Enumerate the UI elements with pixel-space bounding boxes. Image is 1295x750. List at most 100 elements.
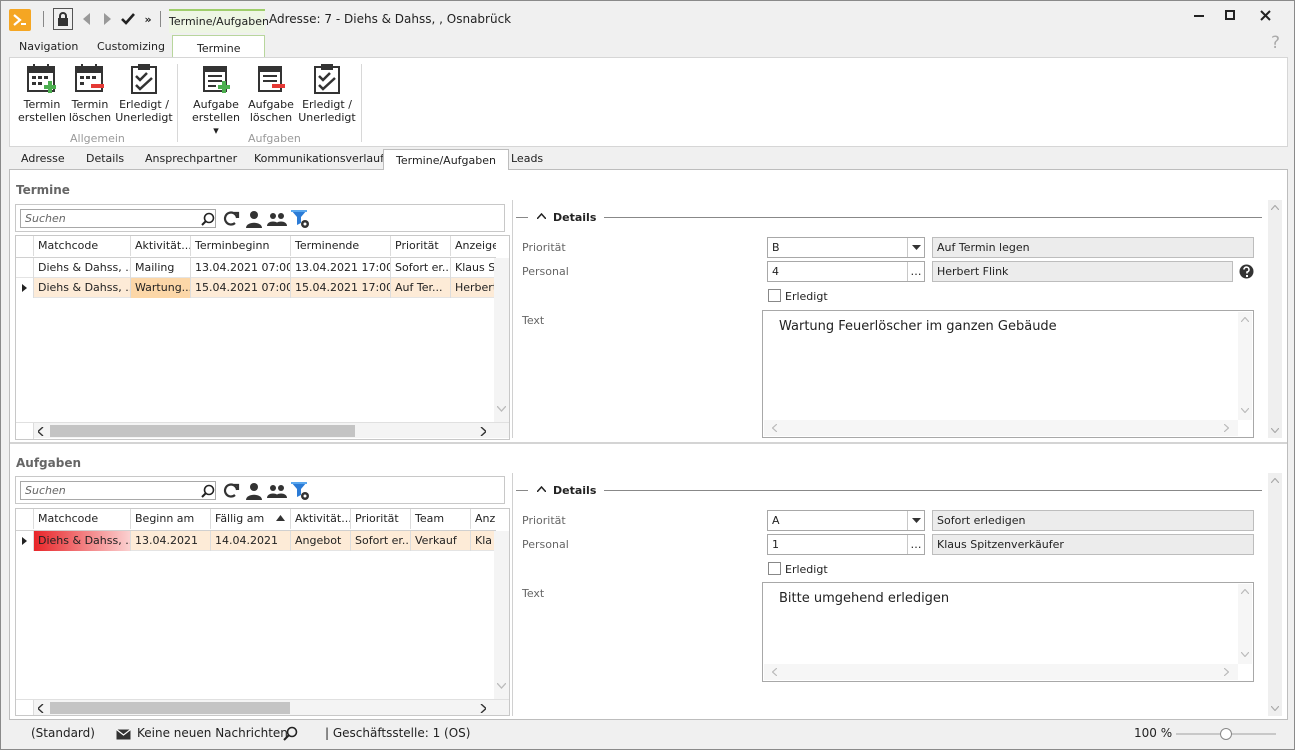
app-logo-icon[interactable] (9, 9, 31, 31)
tab-ansprechpartner[interactable]: Ansprechpartner (145, 152, 237, 165)
collapse-chevron-icon[interactable] (537, 486, 546, 492)
column-header[interactable]: Matchcode (34, 509, 131, 529)
refresh-icon[interactable] (221, 481, 241, 501)
splitter[interactable] (512, 200, 513, 438)
tab-customizing[interactable]: Customizing (97, 40, 165, 53)
user-icon[interactable] (244, 481, 264, 501)
termine-details-scrollbar[interactable] (1268, 200, 1282, 438)
tab-leads[interactable]: Leads (511, 152, 543, 165)
column-header[interactable]: Terminbeginn (191, 236, 291, 256)
column-header[interactable]: Anz (471, 509, 496, 529)
scroll-down-icon[interactable] (497, 406, 506, 412)
table-row[interactable]: Diehs & Dahss, ... Mailing 13.04.2021 07… (16, 258, 496, 278)
calendar-delete-icon (73, 62, 107, 96)
column-header[interactable]: Beginn am (131, 509, 211, 529)
zoom-slider-thumb[interactable] (1220, 728, 1232, 740)
scroll-left-icon[interactable] (38, 704, 44, 713)
termine-search-input[interactable]: Suchen (20, 209, 216, 228)
aufgabe-loeschen-button[interactable]: Aufgabe löschen (248, 62, 294, 124)
tab-kommunikationsverlauf[interactable]: Kommunikationsverlauf (254, 152, 384, 165)
memo-vscroll[interactable] (1238, 584, 1252, 664)
column-header-sorted[interactable]: Fällig am (211, 509, 291, 529)
lock-icon[interactable] (53, 8, 73, 30)
termine-horizontal-scrollbar[interactable] (16, 422, 509, 439)
table-cell: Angebot (291, 531, 351, 551)
help-circle-icon[interactable] (1239, 264, 1254, 279)
save-check-icon[interactable] (118, 8, 138, 30)
filter-settings-icon[interactable] (290, 481, 310, 501)
termine-vertical-scrollbar[interactable] (494, 258, 509, 422)
scroll-thumb[interactable] (50, 425, 355, 437)
dropdown-arrow-icon[interactable] (907, 511, 924, 530)
toolbar-separator (160, 11, 161, 27)
aufgaben-horizontal-scrollbar[interactable] (16, 699, 509, 715)
section-splitter[interactable] (10, 442, 1287, 444)
forward-arrow-icon[interactable] (97, 8, 117, 30)
aufgabe-erstellen-button[interactable]: Aufgabe erstellen ▾ (188, 62, 244, 137)
termin-erstellen-button[interactable]: Termin erstellen (18, 62, 66, 124)
aufgabe-erledigt-button[interactable]: Erledigt / Unerledigt (297, 62, 357, 124)
tab-termine[interactable]: Termine (172, 35, 266, 58)
splitter[interactable] (512, 473, 513, 716)
magnifier-icon[interactable] (198, 209, 218, 229)
column-header[interactable]: Priorität (351, 509, 411, 529)
personal-input[interactable]: 4 … (767, 261, 925, 282)
help-icon[interactable]: ? (1271, 33, 1280, 53)
table-row-selected[interactable]: Diehs & Dahss, ... Wartung... 15.04.2021… (16, 278, 496, 298)
column-header[interactable]: Matchcode (34, 236, 131, 256)
users-group-icon[interactable] (267, 209, 287, 229)
tab-details[interactable]: Details (86, 152, 124, 165)
erledigt-checkbox[interactable] (768, 562, 781, 575)
magnifier-icon[interactable] (198, 481, 218, 501)
search-icon[interactable] (283, 726, 298, 741)
erledigt-checkbox[interactable] (768, 289, 781, 302)
column-header[interactable]: Team (411, 509, 471, 529)
scroll-right-icon[interactable] (480, 427, 486, 436)
zoom-slider[interactable] (1176, 728, 1276, 740)
users-group-icon[interactable] (267, 481, 287, 501)
user-icon[interactable] (244, 209, 264, 229)
lookup-ellipsis-button[interactable]: … (907, 535, 924, 554)
termine-text-memo[interactable]: Wartung Feuerlöscher im ganzen Gebäude (762, 310, 1254, 438)
details-line (604, 217, 1262, 218)
maximize-button[interactable] (1215, 5, 1245, 25)
aufgaben-details-scrollbar[interactable] (1268, 473, 1282, 716)
tab-termine-aufgaben[interactable]: Termine/Aufgaben (383, 149, 509, 171)
scroll-down-icon[interactable] (497, 683, 506, 689)
table-row-selected[interactable]: Diehs & Dahss, ... 13.04.2021 14.04.2021… (16, 531, 496, 551)
column-header[interactable]: Priorität (391, 236, 451, 256)
memo-hscroll[interactable] (764, 420, 1238, 436)
tab-adresse[interactable]: Adresse (21, 152, 65, 165)
scroll-left-icon[interactable] (38, 427, 44, 436)
termin-erledigt-button[interactable]: Erledigt / Unerledigt (114, 62, 174, 124)
memo-hscroll[interactable] (764, 664, 1238, 680)
back-arrow-icon[interactable] (77, 8, 97, 30)
prioritaet-dropdown[interactable]: A (767, 510, 925, 531)
erledigt-label: Erledigt (785, 563, 828, 576)
filter-settings-icon[interactable] (290, 209, 310, 229)
minimize-button[interactable] (1184, 5, 1214, 25)
scroll-right-icon[interactable] (480, 704, 486, 713)
personal-input[interactable]: 1 … (767, 534, 925, 555)
table-cell-focused: Wartung... (131, 278, 191, 298)
aufgaben-text-memo[interactable]: Bitte umgehend erledigen (762, 582, 1254, 682)
column-header[interactable]: Aktivität... (291, 509, 351, 529)
collapse-chevron-icon[interactable] (537, 213, 546, 219)
layout-status[interactable]: (Standard) (31, 726, 95, 740)
more-commands-icon[interactable]: » (138, 8, 158, 30)
lookup-ellipsis-button[interactable]: … (907, 262, 924, 281)
aufgaben-search-input[interactable]: Suchen (20, 481, 216, 500)
column-header[interactable]: Aktivität... (131, 236, 191, 256)
memo-vscroll[interactable] (1238, 312, 1252, 420)
refresh-icon[interactable] (221, 209, 241, 229)
column-header[interactable]: Anzeige (451, 236, 496, 256)
tab-navigation[interactable]: Navigation (19, 40, 78, 53)
close-button[interactable] (1250, 5, 1280, 25)
prioritaet-dropdown[interactable]: B (767, 237, 925, 258)
dropdown-arrow-icon[interactable] (907, 238, 924, 257)
messages-status[interactable]: Keine neuen Nachrichten (137, 726, 288, 740)
column-header[interactable]: Terminende (291, 236, 391, 256)
termin-loeschen-button[interactable]: Termin löschen (68, 62, 112, 124)
aufgaben-vertical-scrollbar[interactable] (494, 531, 509, 699)
scroll-thumb[interactable] (50, 702, 290, 714)
